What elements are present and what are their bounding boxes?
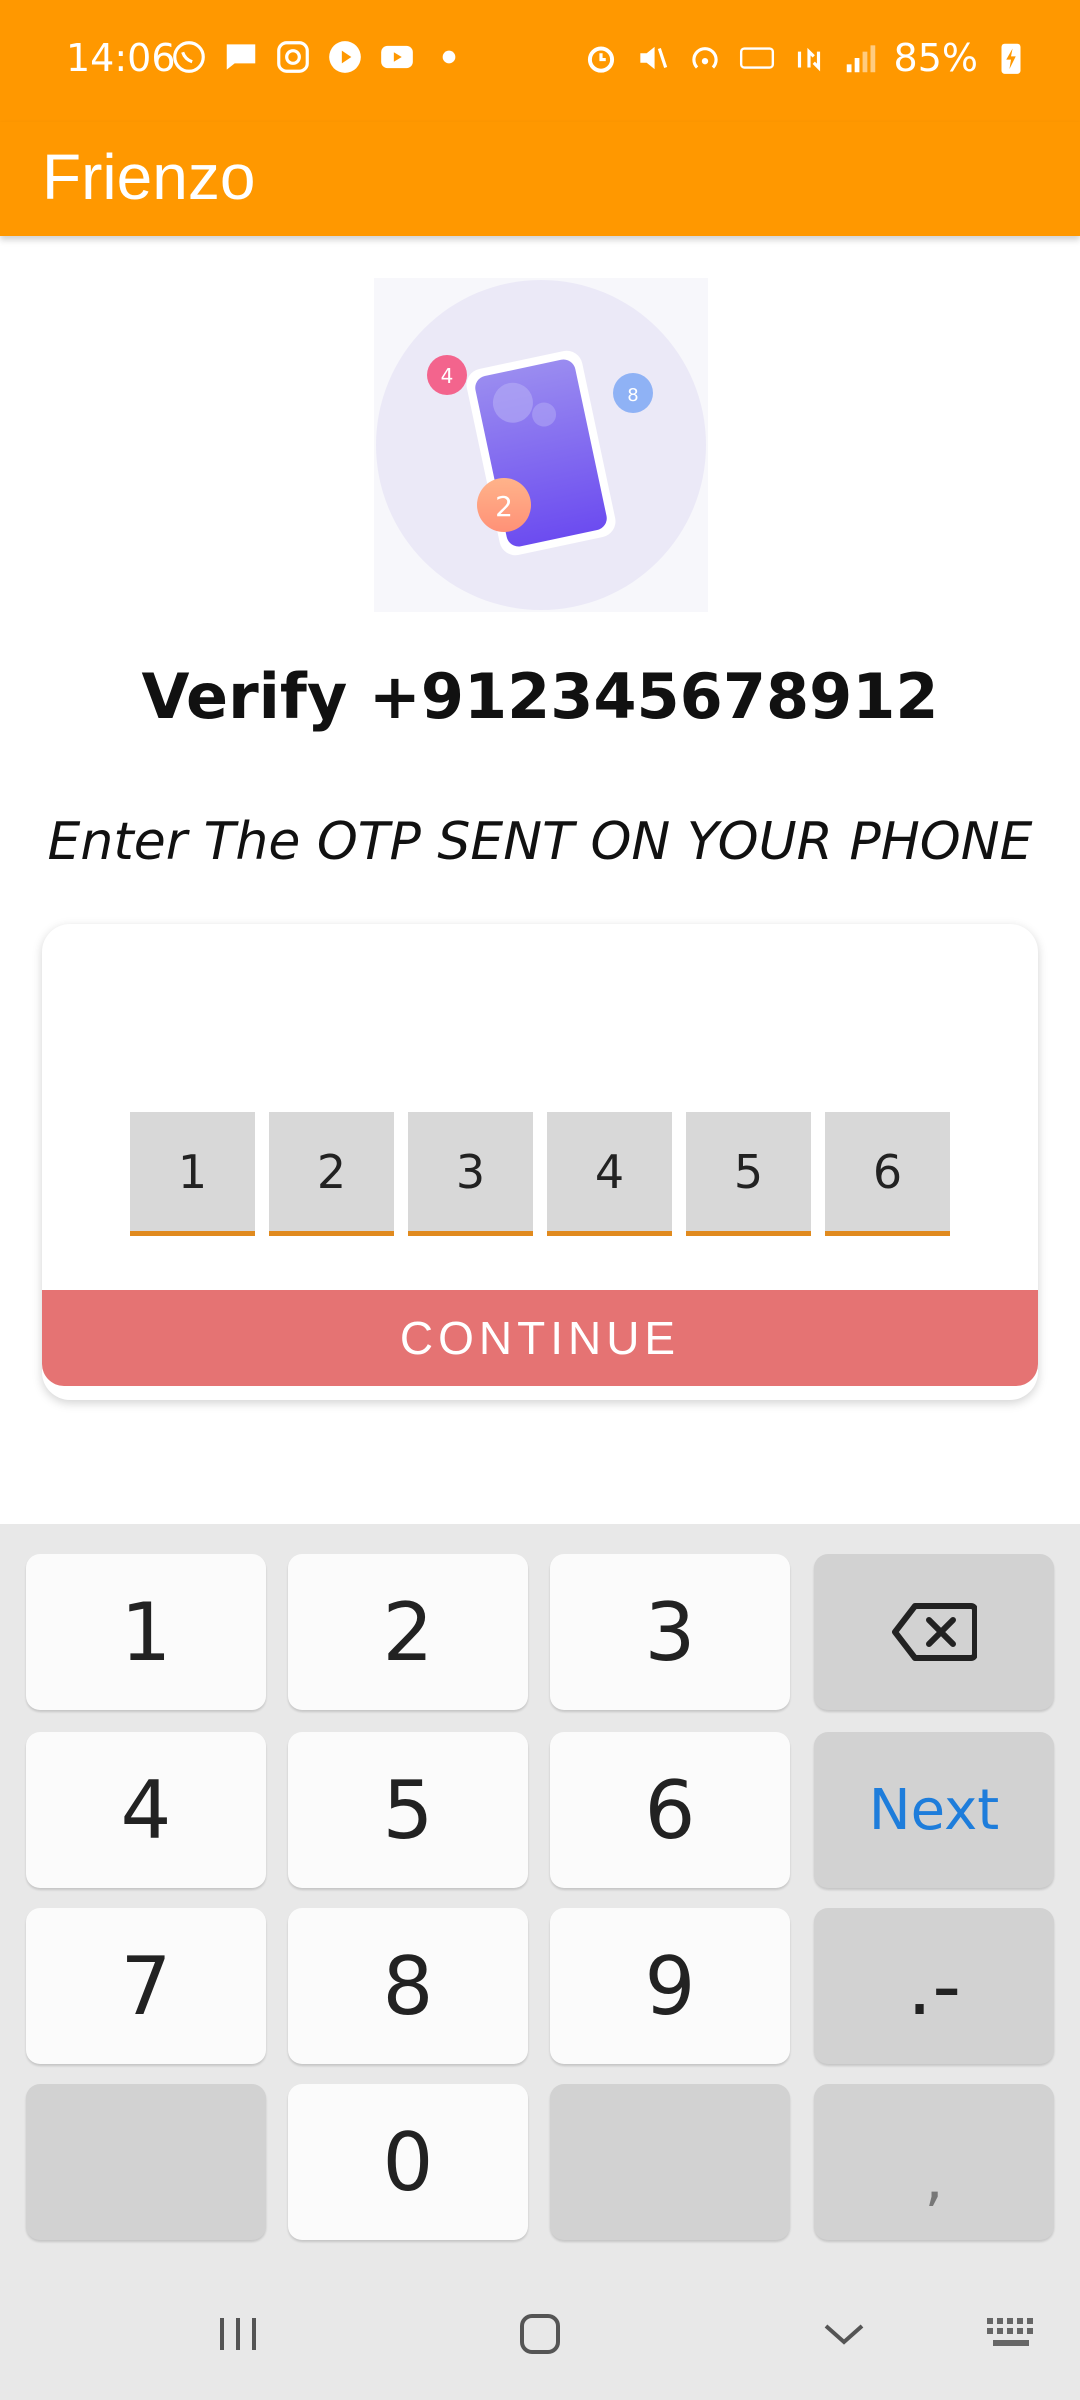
home-button[interactable] xyxy=(510,2304,570,2364)
app-title: Frienzo xyxy=(42,141,256,213)
key-4[interactable]: 4 xyxy=(26,1732,266,1888)
otp-instruction: Enter The OTP SENT ON YOUR PHONE xyxy=(47,812,1033,872)
badge-4-label: 4 xyxy=(441,364,454,388)
battery-charging-icon xyxy=(1001,43,1021,74)
chevron-down-icon xyxy=(824,2324,864,2345)
key-0[interactable]: 0 xyxy=(288,2084,528,2240)
otp-digit-3[interactable]: 3 xyxy=(408,1112,533,1236)
dot-icon xyxy=(442,50,456,64)
recents-icon xyxy=(220,2318,256,2350)
key-8[interactable]: 8 xyxy=(288,1908,528,2064)
otp-digit-1[interactable]: 1 xyxy=(130,1112,255,1236)
key-5[interactable]: 5 xyxy=(288,1732,528,1888)
badge-2-label: 2 xyxy=(495,490,513,523)
alarm-icon xyxy=(587,46,614,73)
otp-digit-5[interactable]: 5 xyxy=(686,1112,811,1236)
message-icon xyxy=(226,44,256,70)
otp-screen: 14:06 85% Frienzo 4 8 2 Verify +91234567… xyxy=(0,0,1080,2400)
play-icon xyxy=(329,41,361,73)
next-key[interactable]: Next xyxy=(814,1732,1054,1888)
keyboard-icon xyxy=(987,2318,1033,2346)
recents-button[interactable] xyxy=(208,2304,268,2364)
whatsapp-icon xyxy=(173,41,205,73)
otp-digit-6[interactable]: 6 xyxy=(825,1112,950,1236)
hide-keyboard-button[interactable] xyxy=(814,2304,874,2364)
keyboard-switch-button[interactable] xyxy=(982,2304,1042,2364)
notification-icons xyxy=(170,38,468,76)
key-2[interactable]: 2 xyxy=(288,1554,528,1710)
dot-dash-key[interactable]: .- xyxy=(814,1908,1054,2064)
lte-icon xyxy=(797,47,820,72)
key-6[interactable]: 6 xyxy=(550,1732,790,1888)
phone-illustration: 4 8 2 xyxy=(374,278,708,612)
instagram-icon xyxy=(277,41,309,73)
backspace-key[interactable] xyxy=(814,1554,1054,1710)
phone-illustration-graphic: 4 8 2 xyxy=(376,280,706,610)
key-9[interactable]: 9 xyxy=(550,1908,790,2064)
key-1[interactable]: 1 xyxy=(26,1554,266,1710)
verify-title: Verify +912345678912 xyxy=(141,660,939,733)
home-icon xyxy=(520,2314,560,2354)
hotspot-icon xyxy=(691,47,718,69)
status-time: 14:06 xyxy=(66,36,176,80)
otp-input-group: 1 2 3 4 5 6 xyxy=(130,1112,950,1236)
otp-digit-4[interactable]: 4 xyxy=(547,1112,672,1236)
blank-key-left xyxy=(26,2084,266,2240)
numeric-keyboard: 1 2 3 4 5 6 Next 7 8 9 .- 0 , xyxy=(0,1524,1080,2400)
blank-key-right xyxy=(550,2084,790,2240)
signal-icon xyxy=(846,45,875,73)
volte-icon xyxy=(739,47,774,69)
otp-digit-2[interactable]: 2 xyxy=(269,1112,394,1236)
badge-8-label: 8 xyxy=(627,385,638,406)
status-bar: 14:06 85% xyxy=(0,0,1080,122)
comma-key[interactable]: , xyxy=(814,2084,1054,2240)
battery-percent: 85% xyxy=(893,36,978,80)
system-status: 85% xyxy=(582,36,1030,80)
key-3[interactable]: 3 xyxy=(550,1554,790,1710)
backspace-icon xyxy=(892,1603,977,1661)
key-7[interactable]: 7 xyxy=(26,1908,266,2064)
continue-button[interactable]: CONTINUE xyxy=(42,1290,1038,1386)
mute-icon xyxy=(639,46,667,70)
youtube-icon xyxy=(381,45,413,69)
